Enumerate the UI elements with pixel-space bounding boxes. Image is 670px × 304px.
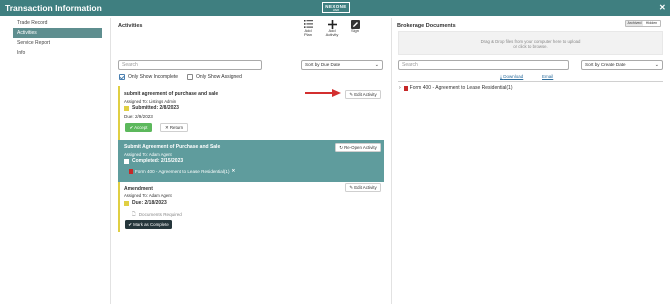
add-plan-label: Add Plan [303,28,312,38]
activity-status: Submitted: 2/8/2023 [124,105,179,111]
activities-search-input[interactable] [118,60,262,70]
logo-line2: WEB [333,9,339,12]
chevron-down-icon: ⌄ [374,62,379,68]
incomplete-stripe [118,86,120,140]
documents-sort-value: Sort by Create Date [585,62,626,67]
sidebar-item-service-report[interactable]: Service Report [13,38,102,48]
status-square-icon [124,158,129,164]
document-icon: 🗋 [132,211,136,216]
list-icon [303,20,313,28]
download-label: Download [503,74,524,79]
documents-sort-select[interactable]: Sort by Create Date ⌄ [581,60,663,70]
activity-title: Amendment [124,186,153,192]
file-drop-zone[interactable]: Drag & Drop files from your computer her… [398,31,663,55]
mark-as-complete-button[interactable]: ✔ Mark as Complete [125,220,172,229]
add-activity-button[interactable]: Add Activity [322,19,342,38]
divider [391,18,392,304]
return-button[interactable]: ✕ Return [160,123,188,132]
chevron-down-icon: ⌄ [654,62,659,68]
add-activity-label: Add Activity [325,28,339,38]
documents-required: 🗋 Documents Required [132,210,182,218]
status-square-icon [124,200,129,206]
reopen-activity-label: Re-Open Activity [344,145,377,150]
download-icon: ⤓ [500,74,502,79]
refresh-icon: ↻ [339,145,343,150]
activity-assigned: Assigned To: Adam Agent [124,152,172,157]
activity-status-text: Completed: 2/15/2023 [132,158,184,164]
check-circle-icon: ✔ [128,222,132,227]
activity-assigned: Assigned To: Adam Agent [124,193,172,198]
activity-due-text: Due: 2/18/2023 [132,200,167,206]
toggle-archived[interactable]: Archived [626,21,643,26]
activity-title: submit agreement of purchase and sale [124,91,219,97]
status-square-icon [124,105,129,111]
add-plan-button[interactable]: Add Plan [298,19,318,38]
attached-document[interactable]: Form 400 - Agreement to Lease Residentia… [129,168,235,174]
pdf-icon [129,168,133,174]
activity-card: Amendment Assigned To: Adam Agent Due: 2… [118,182,384,232]
mark-as-complete-label: Mark as Complete [133,222,169,227]
return-label: Return [169,125,184,130]
sign-label: Sign [350,28,359,33]
incomplete-stripe [118,182,120,232]
incomplete-checkbox[interactable] [119,74,125,80]
check-icon: ✔ [129,125,134,130]
activity-status: Completed: 2/15/2023 [124,158,183,164]
documents-required-label: Documents Required [138,211,182,217]
nexone-logo: NEXONE WEB [322,2,350,13]
close-icon[interactable]: ✕ [659,3,666,12]
filter-assigned[interactable]: Only Show Assigned [187,74,242,80]
sign-button[interactable]: Sign [345,19,365,33]
divider [110,18,111,304]
divider [398,81,663,82]
edit-activity-button[interactable]: ✎ Edit Activity [345,90,381,99]
incomplete-label: Only Show Incomplete [128,74,179,80]
view-toggle[interactable]: Archived Hidden [625,20,661,27]
x-icon: ✕ [164,125,169,130]
sidebar: Trade Record Activities Service Report I… [13,18,102,58]
arrow-right-icon [305,89,341,97]
activity-due: Due: 2/18/2023 [124,200,167,206]
assigned-checkbox[interactable] [187,74,193,80]
assigned-label: Only Show Assigned [196,74,242,80]
activity-card-completed: Submit Agreement of Purchase and Sale As… [118,140,384,182]
activity-assigned: Assigned To: Listings Admin [124,99,177,104]
reopen-activity-button[interactable]: ↻ Re-Open Activity [335,143,381,152]
toggle-hidden[interactable]: Hidden [643,21,660,26]
filter-incomplete[interactable]: Only Show Incomplete [119,74,178,80]
sidebar-item-activities[interactable]: Activities [13,28,102,38]
activities-sort-value: Sort by Due Date [305,62,341,67]
activity-due: Due: 2/9/2023 [124,114,153,119]
pdf-icon [403,85,408,91]
email-link[interactable]: Email [542,74,553,79]
accept-label: Accept [134,125,148,130]
remove-document-icon[interactable]: ✕ [231,168,235,174]
activity-status-text: Submitted: 2/8/2023 [132,105,179,111]
activities-sort-select[interactable]: Sort by Due Date ⌄ [301,60,383,70]
drop-line2: or click to browse. [513,44,548,49]
chevron-right-icon[interactable]: › [399,85,401,91]
activities-heading: Activities [118,23,143,29]
pencil-icon: ✎ [349,92,353,97]
sidebar-item-trade-record[interactable]: Trade Record [13,18,102,28]
activity-title: Submit Agreement of Purchase and Sale [124,144,221,150]
edit-activity-label: Edit Activity [354,92,377,97]
window-title: Transaction Information [5,3,102,13]
document-tree-label: Form 400 - Agreement to Lease Residentia… [409,85,513,91]
edit-activity-label: Edit Activity [354,185,377,190]
sidebar-item-info[interactable]: Info [13,48,102,58]
documents-search-input[interactable] [398,60,569,70]
attached-document-name: Form 400 - Agreement to Lease Residentia… [135,168,230,174]
document-tree-item[interactable]: › Form 400 - Agreement to Lease Resident… [399,85,513,91]
brokerage-heading: Brokerage Documents [397,23,456,29]
pencil-icon: ✎ [349,185,353,190]
activity-card: submit agreement of purchase and sale As… [118,86,384,140]
accept-button[interactable]: ✔ Accept [125,123,152,132]
title-bar: Transaction Information NEXONE WEB ✕ [0,0,670,16]
edit-activity-button[interactable]: ✎ Edit Activity [345,183,381,192]
download-link[interactable]: ⤓ Download [500,74,523,79]
